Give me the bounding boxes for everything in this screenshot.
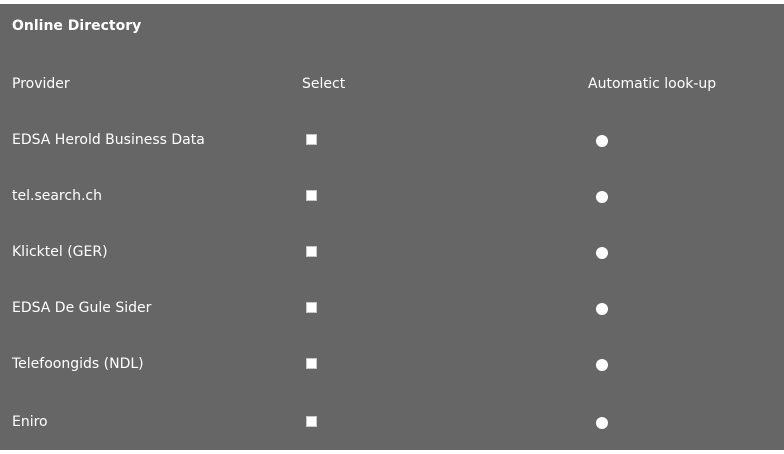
provider-row: tel.search.ch: [0, 188, 784, 208]
automatic-lookup-radio[interactable]: [596, 247, 608, 259]
automatic-lookup-column-header: Automatic look-up: [588, 76, 717, 92]
provider-name: EDSA De Gule Sider: [12, 300, 152, 316]
provider-name: Klicktel (GER): [12, 244, 108, 260]
provider-name: tel.search.ch: [12, 188, 102, 204]
automatic-lookup-radio[interactable]: [596, 135, 608, 147]
automatic-lookup-radio[interactable]: [596, 417, 608, 429]
select-checkbox[interactable]: [306, 416, 317, 427]
provider-name: EDSA Herold Business Data: [12, 132, 205, 148]
provider-row: Eniro: [0, 414, 784, 434]
select-checkbox[interactable]: [306, 190, 317, 201]
provider-row: EDSA Herold Business Data: [0, 132, 784, 152]
provider-row: EDSA De Gule Sider: [0, 300, 784, 320]
automatic-lookup-radio[interactable]: [596, 191, 608, 203]
provider-column-header: Provider: [12, 76, 70, 92]
automatic-lookup-radio[interactable]: [596, 359, 608, 371]
select-checkbox[interactable]: [306, 358, 317, 369]
provider-row: Telefoongids (NDL): [0, 356, 784, 376]
select-checkbox[interactable]: [306, 246, 317, 257]
automatic-lookup-radio[interactable]: [596, 303, 608, 315]
section-title: Online Directory: [12, 18, 142, 34]
provider-row: Klicktel (GER): [0, 244, 784, 264]
provider-name: Telefoongids (NDL): [12, 356, 144, 372]
provider-name: Eniro: [12, 414, 48, 430]
select-column-header: Select: [302, 76, 346, 92]
online-directory-panel: Online Directory Provider Select Automat…: [0, 0, 784, 450]
select-checkbox[interactable]: [306, 302, 317, 313]
select-checkbox[interactable]: [306, 134, 317, 145]
